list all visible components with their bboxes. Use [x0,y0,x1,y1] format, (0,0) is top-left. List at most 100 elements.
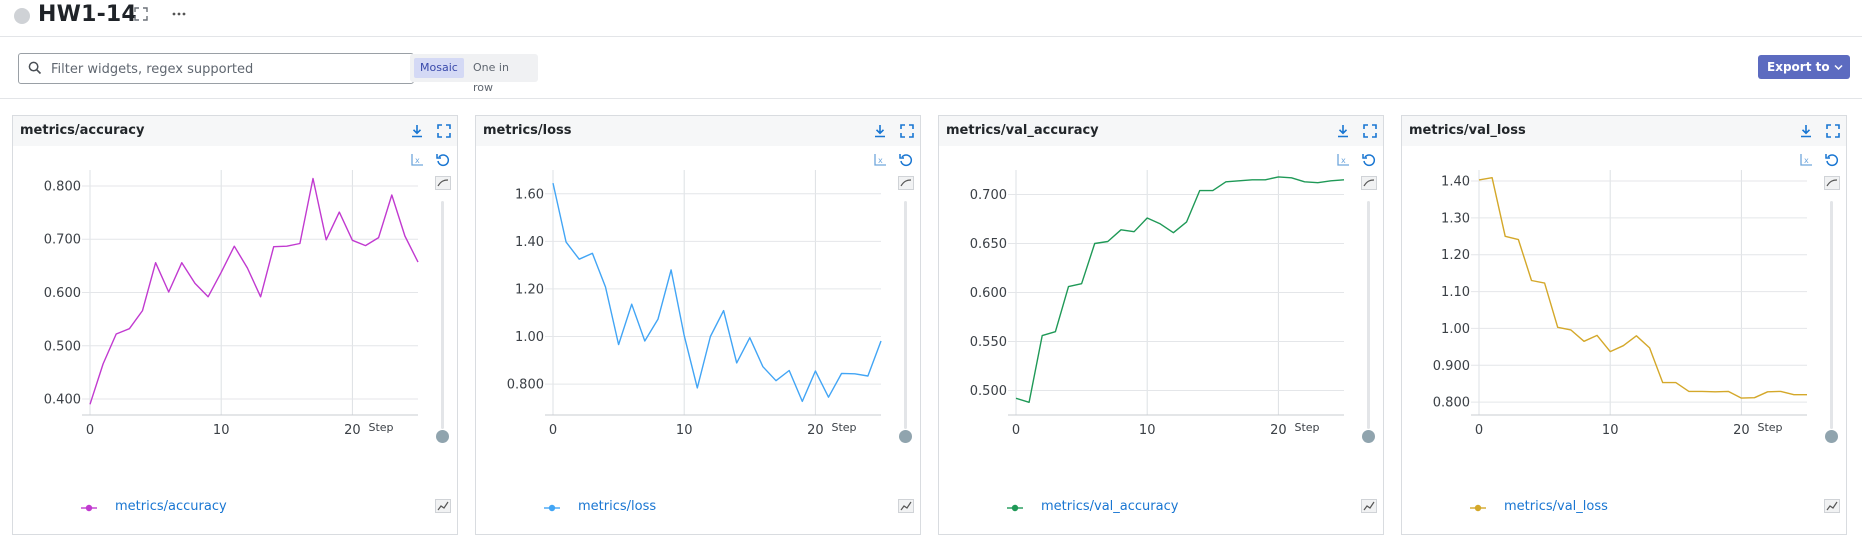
data-point[interactable] [245,266,250,271]
data-point[interactable] [1713,389,1718,394]
chart-type-icon[interactable] [1824,499,1840,513]
data-point[interactable] [1673,380,1678,385]
data-point[interactable] [1686,389,1691,394]
data-point[interactable] [577,257,582,262]
data-point[interactable] [590,251,595,256]
data-point[interactable] [206,294,211,299]
view-mosaic-button[interactable]: Mosaic [414,58,464,78]
data-point[interactable] [865,373,870,378]
more-icon[interactable] [170,6,188,22]
data-point[interactable] [101,361,106,366]
data-point[interactable] [1503,234,1508,239]
line-chart[interactable]: 0 10 20 0.800 1.00 1.20 1.40 1.60 Step [476,146,916,496]
data-point[interactable] [787,368,792,373]
data-point[interactable] [1145,216,1150,221]
data-point[interactable] [1184,219,1189,224]
download-icon[interactable] [872,123,888,139]
data-point[interactable] [350,238,355,243]
data-point[interactable] [695,385,700,390]
series-line[interactable] [552,182,882,403]
chart-type-icon[interactable] [898,499,914,513]
data-point[interactable] [271,244,276,249]
data-point[interactable] [153,260,158,265]
data-point[interactable] [1490,175,1495,180]
data-point[interactable] [416,260,421,265]
data-point[interactable] [1223,179,1228,184]
data-point[interactable] [800,399,805,404]
data-point[interactable] [363,243,368,248]
data-point[interactable] [1660,380,1665,385]
data-point[interactable] [721,308,726,313]
data-point[interactable] [1302,179,1307,184]
data-point[interactable] [642,339,647,344]
data-point[interactable] [1105,239,1110,244]
data-point[interactable] [879,339,884,344]
data-point[interactable] [1608,349,1613,354]
data-point[interactable] [1197,188,1202,193]
data-point[interactable] [166,289,171,294]
data-point[interactable] [1581,339,1586,344]
data-point[interactable] [1477,177,1482,182]
data-point[interactable] [826,395,831,400]
data-point[interactable] [1210,188,1215,193]
data-point[interactable] [1634,333,1639,338]
data-point[interactable] [258,294,263,299]
data-point[interactable] [1040,333,1045,338]
data-point[interactable] [551,181,556,186]
data-point[interactable] [1805,392,1810,397]
series-line[interactable] [1015,176,1345,403]
expand-icon[interactable] [1825,123,1841,139]
data-point[interactable] [669,267,674,272]
data-point[interactable] [192,281,197,286]
data-point[interactable] [760,364,765,369]
series-line[interactable] [89,177,419,405]
data-point[interactable] [1263,177,1268,182]
data-point[interactable] [1621,343,1626,348]
data-point[interactable] [852,371,857,376]
data-point[interactable] [127,326,132,331]
data-point[interactable] [1158,221,1163,226]
expand-icon[interactable] [436,123,452,139]
data-point[interactable] [734,360,739,365]
data-point[interactable] [1595,333,1600,338]
data-point[interactable] [708,334,713,339]
download-icon[interactable] [1798,123,1814,139]
data-point[interactable] [1555,325,1560,330]
data-point[interactable] [1791,392,1796,397]
data-point[interactable] [1237,178,1242,183]
line-chart[interactable]: 0 10 20 0.800 0.900 1.00 1.10 1.20 1.30 1.40 Step [1402,146,1842,496]
line-chart[interactable]: 0 10 20 0.400 0.500 0.600 0.700 0.800 Step [13,146,453,496]
data-point[interactable] [747,335,752,340]
data-point[interactable] [1066,284,1071,289]
data-point[interactable] [1027,400,1032,405]
data-point[interactable] [219,270,224,275]
data-point[interactable] [1014,396,1019,401]
data-point[interactable] [682,333,687,338]
data-point[interactable] [1647,345,1652,350]
data-point[interactable] [629,302,634,307]
data-point[interactable] [297,241,302,246]
data-point[interactable] [1118,227,1123,232]
download-icon[interactable] [409,123,425,139]
data-point[interactable] [1752,395,1757,400]
data-point[interactable] [140,308,145,313]
data-point[interactable] [1092,241,1097,246]
data-point[interactable] [1516,237,1521,242]
data-point[interactable] [1315,180,1320,185]
data-point[interactable] [311,176,316,181]
download-icon[interactable] [1335,123,1351,139]
data-point[interactable] [1726,389,1731,394]
data-point[interactable] [655,317,660,322]
data-point[interactable] [179,260,184,265]
data-point[interactable] [88,402,93,407]
data-point[interactable] [1778,389,1783,394]
data-point[interactable] [616,342,621,347]
data-point[interactable] [1542,281,1547,286]
data-point[interactable] [1568,327,1573,332]
data-point[interactable] [1053,329,1058,334]
data-point[interactable] [337,210,342,215]
data-point[interactable] [324,237,329,242]
data-point[interactable] [813,368,818,373]
data-point[interactable] [1289,175,1294,180]
data-point[interactable] [376,235,381,240]
